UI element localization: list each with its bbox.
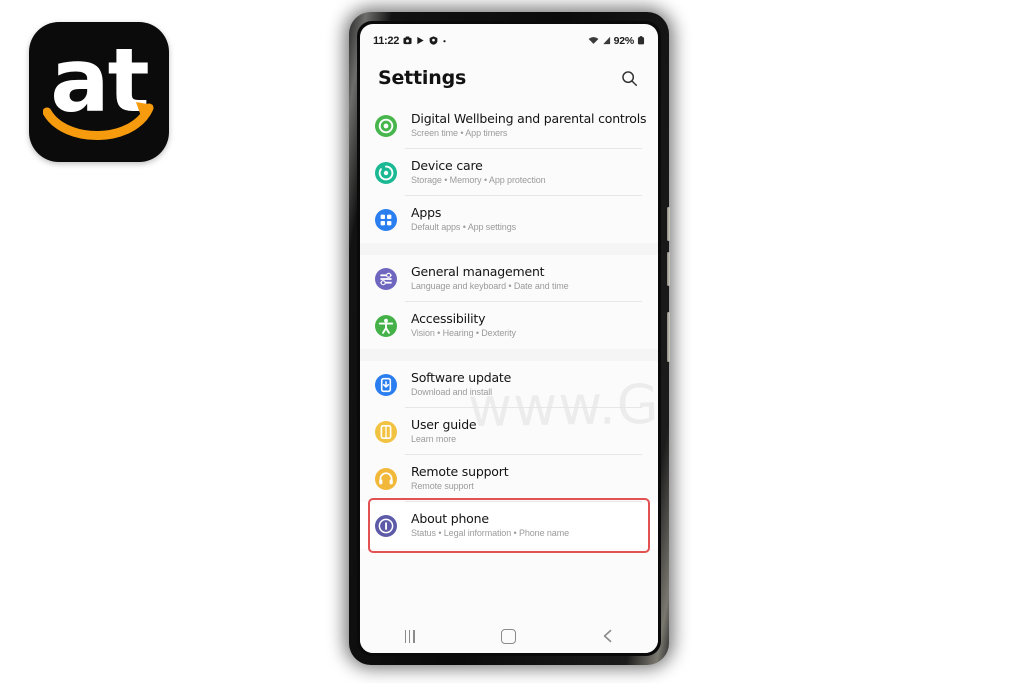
dot-icon (443, 40, 446, 43)
settings-row-text: About phone Status • Legal information • … (411, 511, 569, 540)
accessibility-icon (374, 314, 398, 338)
settings-header: Settings (360, 53, 658, 102)
volume-up-button[interactable] (667, 207, 670, 241)
settings-row-subtitle: Storage • Memory • App protection (411, 175, 546, 185)
settings-row-title: Software update (411, 370, 512, 385)
settings-row-title: Apps (411, 205, 442, 220)
wifi-icon (588, 37, 598, 44)
settings-row-text: General management Language and keyboard … (411, 264, 569, 293)
settings-row-text: Accessibility Vision • Hearing • Dexterit… (411, 311, 516, 340)
play-icon (417, 36, 424, 45)
settings-row-title: About phone (411, 511, 489, 526)
about-phone-icon (375, 514, 397, 537)
power-button[interactable] (667, 312, 670, 362)
status-bar: 11:22 92% (360, 24, 658, 53)
page-title: Settings (378, 67, 467, 89)
about-phone-icon (374, 514, 398, 538)
settings-row-subtitle: Remote support (411, 481, 474, 491)
settings-group: General management Language and keyboard … (360, 255, 658, 349)
settings-row-title: Device care (411, 158, 483, 173)
wellbeing-icon (374, 114, 398, 138)
battery-icon (637, 36, 645, 45)
phone-bezel: 11:22 92% Settings www.Gal Digital Wellb… (357, 21, 661, 656)
settings-row-subtitle: Default apps • App settings (411, 222, 517, 232)
settings-row-title: User guide (411, 417, 477, 432)
camera-icon (403, 36, 412, 45)
settings-group: Digital Wellbeing and parental controls S… (360, 102, 658, 243)
apps-icon (374, 208, 398, 232)
settings-row-subtitle: Status • Legal information • Phone name (411, 528, 569, 538)
search-icon[interactable] (618, 67, 640, 89)
remote-support-icon (375, 467, 397, 490)
settings-row-subtitle: Vision • Hearing • Dexterity (411, 328, 516, 338)
home-icon[interactable] (486, 623, 532, 649)
settings-row[interactable]: Digital Wellbeing and parental controls S… (360, 102, 658, 149)
settings-row-subtitle: Learn more (411, 434, 457, 444)
phone-screen: 11:22 92% Settings www.Gal Digital Wellb… (360, 24, 658, 653)
settings-row[interactable]: Apps Default apps • App settings (360, 196, 658, 243)
user-guide-icon (375, 420, 397, 443)
signal-icon (602, 36, 610, 45)
settings-group-separator (360, 243, 658, 255)
settings-group-separator (360, 349, 658, 361)
settings-row-text: Apps Default apps • App settings (411, 205, 516, 234)
recents-icon[interactable] (387, 623, 433, 649)
settings-row[interactable]: General management Language and keyboard … (360, 255, 658, 302)
settings-row[interactable]: Remote support Remote support (360, 455, 658, 502)
settings-row-text: Digital Wellbeing and parental controls S… (411, 111, 647, 140)
settings-group: Software update Download and install User… (360, 361, 658, 549)
battery-percent-label: 92% (613, 34, 635, 47)
settings-row-title: Remote support (411, 464, 509, 479)
device-care-icon (375, 161, 397, 184)
settings-row-title: Digital Wellbeing and parental controls (411, 111, 647, 126)
settings-list: Digital Wellbeing and parental controls S… (360, 102, 658, 549)
settings-row[interactable]: Device care Storage • Memory • App protec… (360, 149, 658, 196)
software-update-icon (374, 373, 398, 397)
settings-row-text: User guide Learn more (411, 417, 477, 446)
status-bar-right: 92% (588, 35, 645, 47)
device-care-icon (374, 161, 398, 185)
at-brand-logo: at (29, 22, 169, 162)
settings-row[interactable]: About phone Status • Legal information • … (360, 502, 658, 549)
accessibility-icon (375, 314, 397, 337)
software-update-icon (375, 373, 397, 396)
settings-row-subtitle: Screen time • App timers (411, 128, 508, 138)
back-icon[interactable] (585, 623, 631, 649)
phone-device-frame: 11:22 92% Settings www.Gal Digital Wellb… (349, 12, 670, 665)
remote-support-icon (374, 467, 398, 491)
general-management-icon (375, 267, 397, 290)
settings-row[interactable]: Accessibility Vision • Hearing • Dexterit… (360, 302, 658, 349)
general-management-icon (374, 267, 398, 291)
settings-row-title: Accessibility (411, 311, 486, 326)
navigation-bar (360, 619, 658, 653)
settings-row-subtitle: Language and keyboard • Date and time (411, 281, 569, 291)
settings-row-text: Device care Storage • Memory • App protec… (411, 158, 546, 187)
settings-row-subtitle: Download and install (411, 387, 493, 397)
user-guide-icon (374, 420, 398, 444)
amazon-smile-icon (43, 102, 154, 140)
settings-row-text: Software update Download and install (411, 370, 511, 399)
status-bar-left: 11:22 (373, 35, 447, 47)
settings-row-text: Remote support Remote support (411, 464, 509, 493)
volume-down-button[interactable] (667, 252, 670, 286)
wellbeing-icon (375, 114, 397, 137)
settings-row-title: General management (411, 264, 545, 279)
apps-icon (375, 208, 397, 231)
settings-row[interactable]: Software update Download and install (360, 361, 658, 408)
settings-row[interactable]: User guide Learn more (360, 408, 658, 455)
shield-icon (429, 36, 438, 45)
status-clock: 11:22 (373, 34, 400, 47)
